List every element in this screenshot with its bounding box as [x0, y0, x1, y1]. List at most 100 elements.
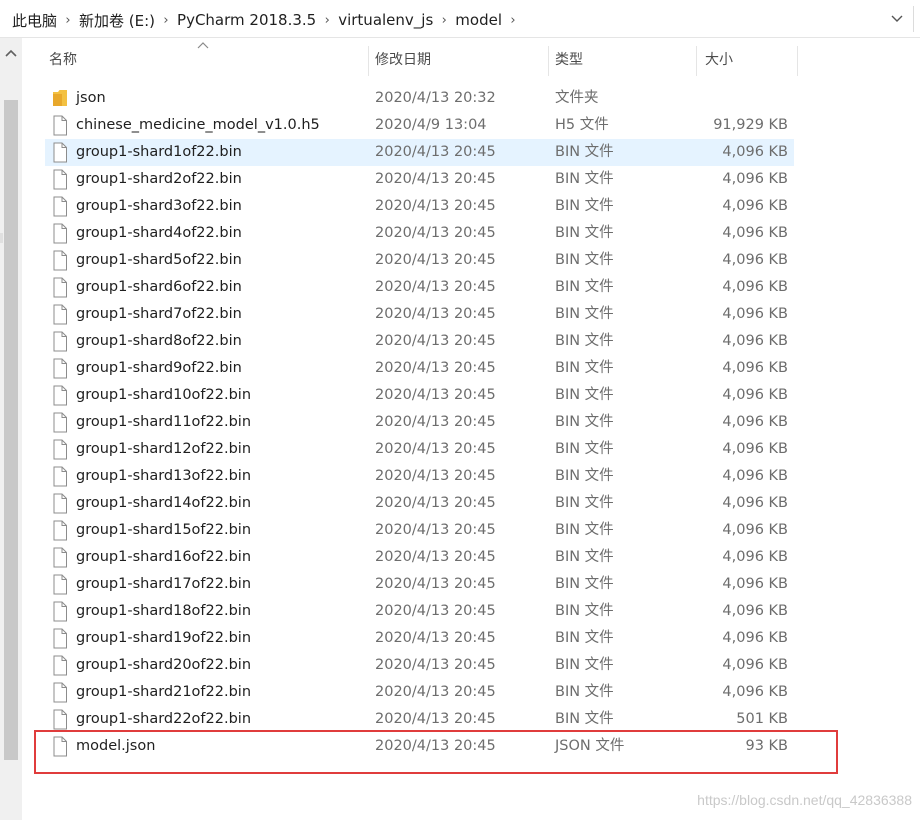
file-name: group1-shard10of22.bin — [76, 387, 252, 403]
file-row[interactable]: chinese_medicine_model_v1.0.h5 2020/4/9 1… — [45, 112, 794, 139]
file-row[interactable]: group1-shard18of22.bin 2020/4/13 20:45 BIN… — [45, 598, 794, 625]
file-type: 文件夹 — [555, 90, 599, 106]
breadcrumb-drive-e[interactable]: 新加卷 (E:) — [77, 10, 157, 31]
vertical-scrollbar[interactable] — [0, 38, 22, 820]
file-icon — [53, 709, 67, 730]
file-size: 4,096 KB — [722, 522, 788, 538]
file-type: BIN 文件 — [555, 657, 614, 673]
file-date: 2020/4/13 20:45 — [375, 630, 496, 646]
file-row[interactable]: group1-shard17of22.bin 2020/4/13 20:45 BIN… — [45, 571, 794, 598]
file-date: 2020/4/13 20:45 — [375, 279, 496, 295]
pane-edge-marker — [0, 233, 3, 243]
breadcrumb-virtualenv-js[interactable]: virtualenv_js — [336, 11, 435, 29]
file-row[interactable]: group1-shard11of22.bin 2020/4/13 20:45 BIN… — [45, 409, 794, 436]
file-date: 2020/4/13 20:45 — [375, 495, 496, 511]
file-row[interactable]: group1-shard6of22.bin 2020/4/13 20:45 BIN … — [45, 274, 794, 301]
file-type: BIN 文件 — [555, 684, 614, 700]
file-row[interactable]: group1-shard2of22.bin 2020/4/13 20:45 BIN … — [45, 166, 794, 193]
address-bar[interactable]: 此电脑 › 新加卷 (E:) › PyCharm 2018.3.5 › virt… — [0, 0, 920, 38]
file-row[interactable]: group1-shard16of22.bin 2020/4/13 20:45 BIN… — [45, 544, 794, 571]
file-icon — [53, 547, 67, 568]
chevron-right-icon[interactable]: › — [318, 13, 336, 28]
file-icon — [53, 304, 67, 325]
file-icon — [53, 574, 67, 595]
file-icon — [53, 115, 67, 136]
column-divider[interactable] — [797, 46, 798, 76]
file-row[interactable]: group1-shard1of22.bin 2020/4/13 20:45 BIN … — [45, 139, 794, 166]
scrollbar-thumb[interactable] — [4, 100, 18, 760]
column-date[interactable]: 修改日期 — [369, 42, 549, 78]
file-name: chinese_medicine_model_v1.0.h5 — [76, 117, 320, 133]
file-date: 2020/4/13 20:45 — [375, 414, 496, 430]
file-row[interactable]: group1-shard19of22.bin 2020/4/13 20:45 BIN… — [45, 625, 794, 652]
file-type: H5 文件 — [555, 117, 609, 133]
column-type[interactable]: 类型 — [549, 42, 697, 78]
file-row[interactable]: group1-shard4of22.bin 2020/4/13 20:45 BIN … — [45, 220, 794, 247]
file-name: group1-shard11of22.bin — [76, 414, 252, 430]
file-icon — [53, 655, 67, 676]
breadcrumb-model[interactable]: model — [453, 11, 504, 29]
column-divider[interactable] — [696, 46, 697, 76]
breadcrumb-pycharm[interactable]: PyCharm 2018.3.5 — [175, 11, 318, 29]
file-type: BIN 文件 — [555, 387, 614, 403]
file-row[interactable]: group1-shard12of22.bin 2020/4/13 20:45 BIN… — [45, 436, 794, 463]
file-size: 4,096 KB — [722, 657, 788, 673]
file-date: 2020/4/13 20:45 — [375, 387, 496, 403]
scroll-up-icon[interactable] — [5, 48, 17, 58]
file-row[interactable]: group1-shard7of22.bin 2020/4/13 20:45 BIN … — [45, 301, 794, 328]
file-size: 4,096 KB — [722, 144, 788, 160]
file-row[interactable]: group1-shard5of22.bin 2020/4/13 20:45 BIN … — [45, 247, 794, 274]
file-size: 4,096 KB — [722, 333, 788, 349]
file-date: 2020/4/13 20:45 — [375, 441, 496, 457]
file-name: group1-shard12of22.bin — [76, 441, 252, 457]
file-row[interactable]: group1-shard3of22.bin 2020/4/13 20:45 BIN … — [45, 193, 794, 220]
file-type: BIN 文件 — [555, 252, 614, 268]
file-type: BIN 文件 — [555, 171, 614, 187]
file-row[interactable]: group1-shard14of22.bin 2020/4/13 20:45 BIN… — [45, 490, 794, 517]
file-row[interactable]: json 2020/4/13 20:32 文件夹 — [45, 85, 794, 112]
file-row[interactable]: group1-shard21of22.bin 2020/4/13 20:45 BIN… — [45, 679, 794, 706]
file-name: group1-shard15of22.bin — [76, 522, 252, 538]
column-name[interactable]: 名称 — [43, 42, 369, 78]
file-size: 4,096 KB — [722, 225, 788, 241]
file-row[interactable]: group1-shard15of22.bin 2020/4/13 20:45 BIN… — [45, 517, 794, 544]
file-date: 2020/4/13 20:45 — [375, 252, 496, 268]
file-name: group1-shard6of22.bin — [76, 279, 242, 295]
file-date: 2020/4/13 20:45 — [375, 333, 496, 349]
chevron-down-icon[interactable] — [890, 12, 904, 26]
file-icon — [53, 412, 67, 433]
chevron-right-icon[interactable]: › — [157, 13, 175, 28]
chevron-right-icon[interactable]: › — [59, 13, 77, 28]
file-row[interactable]: group1-shard13of22.bin 2020/4/13 20:45 BIN… — [45, 463, 794, 490]
file-row[interactable]: group1-shard20of22.bin 2020/4/13 20:45 BIN… — [45, 652, 794, 679]
file-size: 4,096 KB — [722, 603, 788, 619]
breadcrumb: 此电脑 › 新加卷 (E:) › PyCharm 2018.3.5 › virt… — [10, 10, 522, 30]
breadcrumb-this-pc[interactable]: 此电脑 — [10, 10, 59, 31]
file-date: 2020/4/13 20:45 — [375, 576, 496, 592]
column-header: 名称 修改日期 类型 大小 — [22, 42, 822, 78]
file-name: group1-shard16of22.bin — [76, 549, 252, 565]
file-row[interactable]: group1-shard8of22.bin 2020/4/13 20:45 BIN … — [45, 328, 794, 355]
highlight-box — [34, 730, 838, 774]
file-date: 2020/4/13 20:45 — [375, 360, 496, 376]
file-type: BIN 文件 — [555, 225, 614, 241]
file-icon — [53, 493, 67, 514]
file-icon — [53, 628, 67, 649]
file-date: 2020/4/13 20:45 — [375, 306, 496, 322]
file-size: 4,096 KB — [722, 360, 788, 376]
file-type: BIN 文件 — [555, 144, 614, 160]
file-size: 4,096 KB — [722, 495, 788, 511]
file-icon — [53, 223, 67, 244]
file-row[interactable]: group1-shard22of22.bin 2020/4/13 20:45 BIN… — [45, 706, 794, 733]
file-size: 4,096 KB — [722, 306, 788, 322]
file-icon — [53, 358, 67, 379]
file-row[interactable]: group1-shard10of22.bin 2020/4/13 20:45 BIN… — [45, 382, 794, 409]
file-name: group1-shard13of22.bin — [76, 468, 252, 484]
column-size[interactable]: 大小 — [699, 42, 799, 78]
file-date: 2020/4/13 20:45 — [375, 603, 496, 619]
chevron-right-icon[interactable]: › — [435, 13, 453, 28]
file-size: 501 KB — [736, 711, 788, 727]
file-type: BIN 文件 — [555, 522, 614, 538]
chevron-right-icon[interactable]: › — [504, 13, 522, 28]
file-row[interactable]: group1-shard9of22.bin 2020/4/13 20:45 BIN … — [45, 355, 794, 382]
